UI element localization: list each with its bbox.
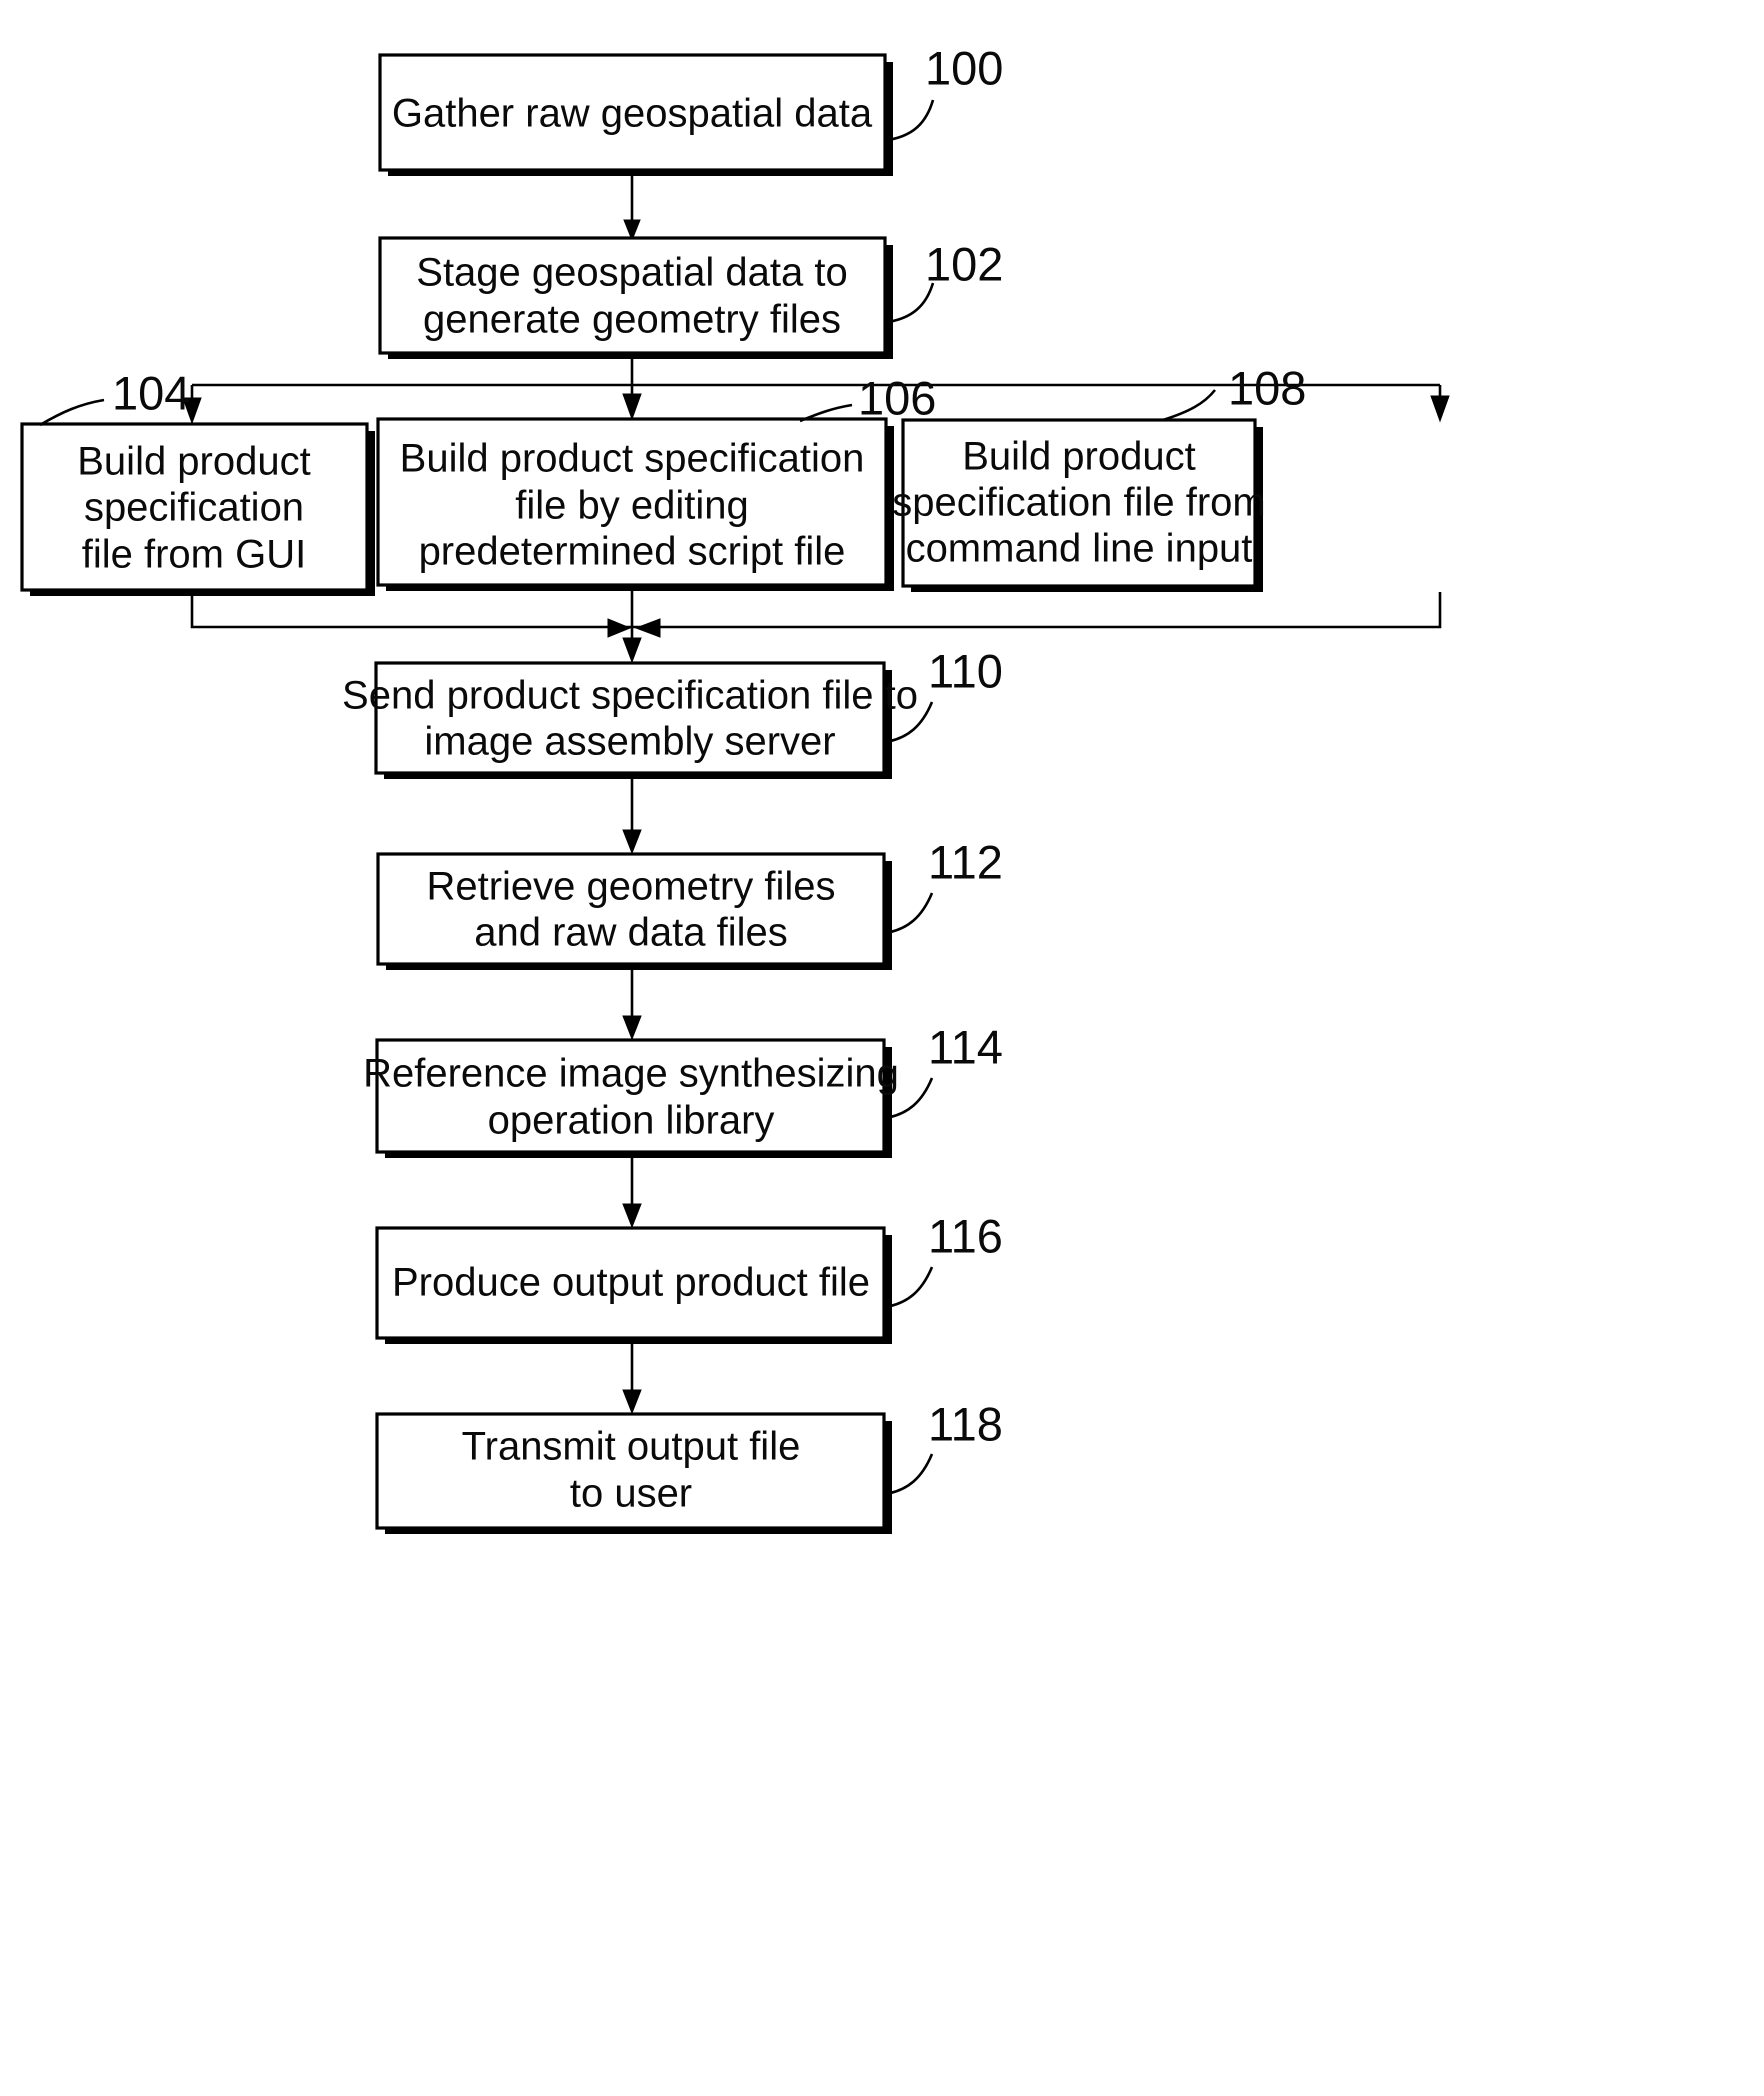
node-100[interactable]: Gather raw geospatial data 100 (378, 41, 1003, 176)
node-116-label-line-0: Produce output product file (392, 1261, 870, 1305)
node-112-ref: 112 (928, 835, 1003, 888)
node-110-ref: 110 (928, 644, 1003, 697)
node-102-label-line-1: generate geometry files (423, 298, 841, 342)
arrowhead-merge-left (607, 618, 632, 638)
node-104-label-line-2: file from GUI (82, 533, 306, 577)
arrowhead-112 (622, 829, 642, 855)
node-114[interactable]: Reference image synthesizing operation l… (363, 1020, 1003, 1158)
node-104-label-line-0: Build product (77, 440, 310, 484)
node-106-label-line-1: file by editing (515, 484, 748, 528)
figure-canvas: Gather raw geospatial data 100 Stage geo… (0, 0, 1764, 2096)
node-114-ref: 114 (928, 1020, 1003, 1073)
node-114-label-line-0: Reference image synthesizing (363, 1052, 899, 1096)
node-108-label-line-0: Build product (962, 435, 1195, 479)
node-108-ref: 108 (1228, 361, 1306, 414)
node-108-label-line-1: specification file from (892, 481, 1265, 525)
arrowhead-116 (622, 1203, 642, 1229)
node-112-label-line-1: and raw data files (474, 911, 788, 955)
arrowhead-merge-right (634, 618, 661, 638)
arrowhead-114 (622, 1015, 642, 1041)
node-112[interactable]: Retrieve geometry files and raw data fil… (376, 835, 1003, 970)
node-118-ref: 118 (928, 1397, 1003, 1450)
node-102-ref: 102 (925, 237, 1003, 290)
arrowhead-110 (622, 637, 642, 664)
node-110-label-line-1: image assembly server (424, 720, 835, 764)
node-100-ref-leader (887, 99, 935, 142)
node-104-label-line-1: specification (84, 486, 304, 530)
node-116[interactable]: Produce output product file 116 (375, 1209, 1003, 1344)
merge-from-104 (190, 595, 650, 629)
node-102-label-line-0: Stage geospatial data to (416, 251, 847, 295)
node-118-label-line-1: to user (570, 1472, 692, 1516)
arrowhead-118 (622, 1389, 642, 1415)
node-108-ref-leader (1162, 389, 1217, 422)
node-106[interactable]: Build product specification file by edit… (376, 371, 936, 591)
node-108-label-line-2: command line input (906, 527, 1253, 571)
node-108[interactable]: Build product specification file from co… (892, 361, 1306, 592)
node-110[interactable]: Send product specification file to image… (342, 644, 1003, 779)
node-118[interactable]: Transmit output file to user 118 (375, 1397, 1003, 1534)
node-114-label-line-1: operation library (488, 1099, 775, 1143)
node-118-ref-leader (885, 1453, 934, 1496)
node-106-label-line-2: predetermined script file (419, 530, 846, 574)
node-104-ref-leader (39, 398, 105, 427)
node-118-label-line-0: Transmit output file (462, 1425, 801, 1469)
node-106-ref: 106 (858, 371, 936, 424)
node-110-label-line-0: Send product specification file to (342, 674, 918, 718)
node-116-ref: 116 (928, 1209, 1003, 1262)
node-116-ref-leader (885, 1266, 934, 1309)
node-100-ref: 100 (925, 41, 1003, 94)
flowchart-diagram: Gather raw geospatial data 100 Stage geo… (20, 41, 1450, 1534)
node-100-label-line-0: Gather raw geospatial data (392, 92, 873, 136)
node-112-label-line-0: Retrieve geometry files (426, 865, 835, 909)
node-112-ref-leader (885, 892, 934, 935)
merge-from-108 (660, 592, 1442, 629)
node-106-label-line-0: Build product specification (400, 437, 865, 481)
arrowhead-108 (1430, 395, 1450, 423)
arrowhead-106 (622, 393, 642, 421)
node-102[interactable]: Stage geospatial data to generate geomet… (378, 236, 1003, 359)
node-104-ref: 104 (112, 366, 190, 419)
